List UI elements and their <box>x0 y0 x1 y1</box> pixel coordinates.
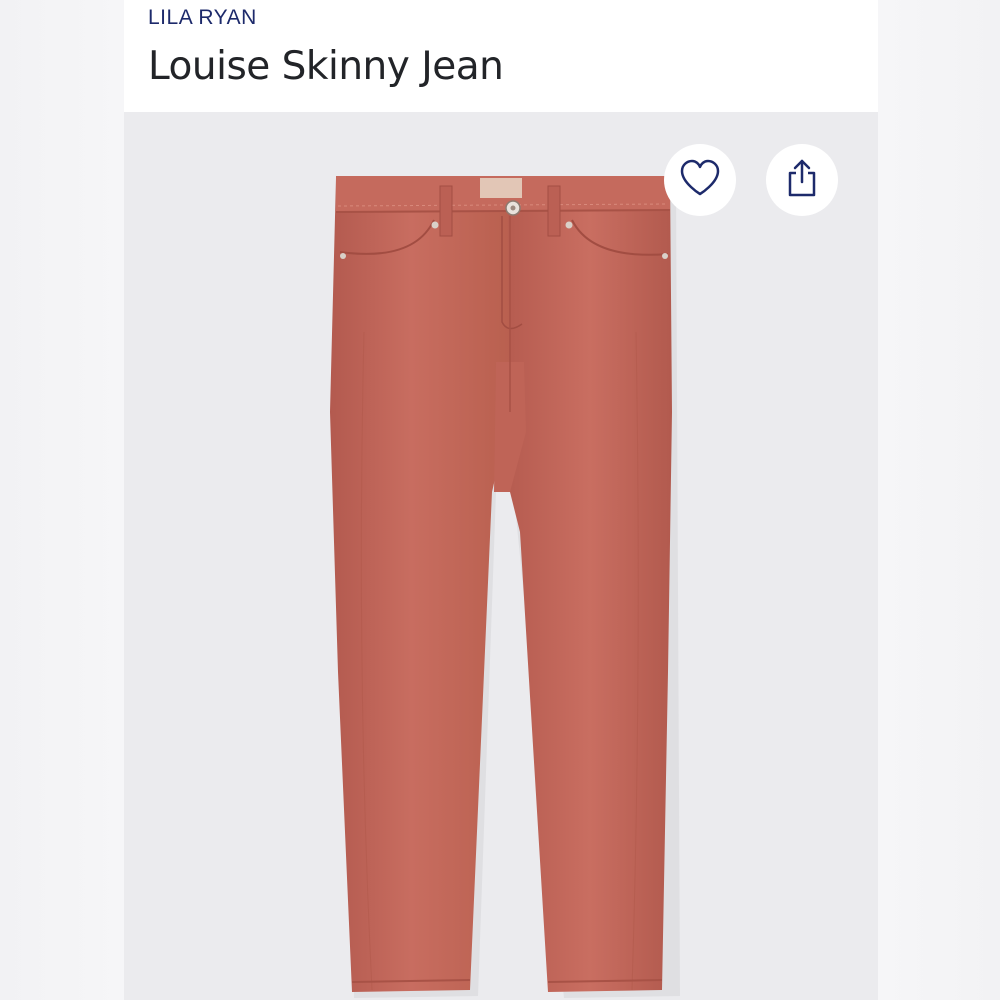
favorite-button[interactable] <box>664 144 736 216</box>
product-header: LILA RYAN Louise Skinny Jean <box>124 0 878 112</box>
product-image[interactable] <box>124 112 878 1000</box>
product-page: LILA RYAN Louise Skinny Jean <box>0 0 1000 1000</box>
share-button[interactable] <box>766 144 838 216</box>
product-title: Louise Skinny Jean <box>148 44 504 89</box>
jeans-photo <box>330 176 680 998</box>
heart-icon <box>679 159 721 202</box>
share-icon <box>785 158 819 203</box>
brand-name[interactable]: LILA RYAN <box>148 6 257 30</box>
